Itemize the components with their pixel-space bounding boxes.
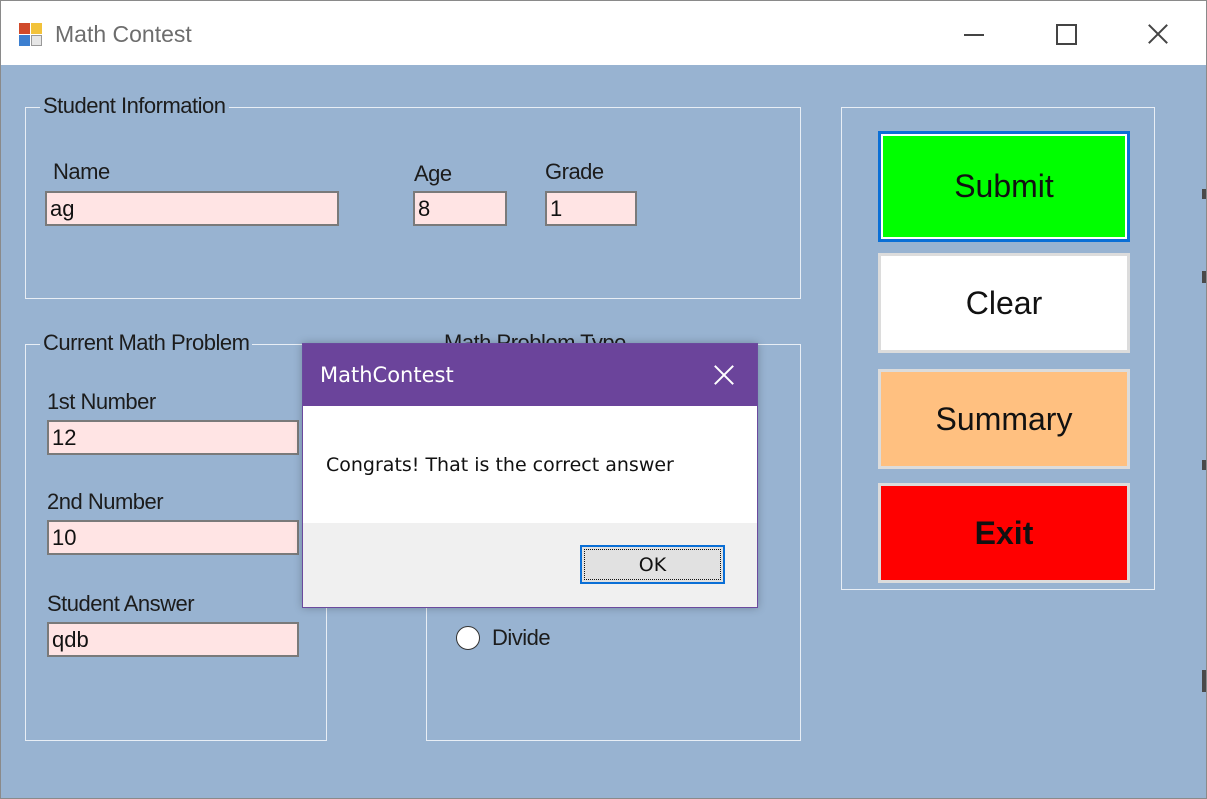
clipped-control-fragment <box>1202 460 1206 470</box>
second-number-label: 2nd Number <box>47 489 164 514</box>
divide-radio[interactable] <box>456 626 480 650</box>
student-information-legend: Student Information <box>40 93 229 119</box>
math-contest-window: Math Contest Student Information Name ag… <box>0 0 1207 799</box>
app-icon <box>19 23 45 47</box>
age-field[interactable]: 8 <box>413 191 507 226</box>
second-number-field[interactable]: 10 <box>47 520 299 555</box>
dialog-footer: OK <box>303 523 757 607</box>
student-answer-field[interactable]: qdb <box>47 622 299 657</box>
first-number-field[interactable]: 12 <box>47 420 299 455</box>
window-title: Math Contest <box>55 21 192 47</box>
clear-button[interactable]: Clear <box>878 253 1130 353</box>
summary-button[interactable]: Summary <box>878 369 1130 469</box>
clipped-control-fragment <box>1202 271 1206 283</box>
name-field[interactable]: ag <box>45 191 339 226</box>
message-box-dialog: MathContest Congrats! That is the correc… <box>302 343 758 608</box>
dialog-message: Congrats! That is the correct answer <box>326 454 674 476</box>
clipped-control-fragment <box>1202 670 1206 692</box>
close-icon[interactable] <box>701 354 747 396</box>
submit-button[interactable]: Submit <box>878 131 1130 242</box>
close-icon[interactable] <box>1111 1 1203 65</box>
minimize-icon[interactable] <box>927 1 1019 65</box>
ok-button-label: OK <box>638 553 667 576</box>
current-math-problem-legend: Current Math Problem <box>40 330 253 356</box>
age-label: Age <box>414 161 452 186</box>
dialog-title-bar[interactable]: MathContest <box>303 344 757 406</box>
dialog-title: MathContest <box>320 363 454 387</box>
student-answer-label: Student Answer <box>47 591 195 616</box>
grade-field[interactable]: 1 <box>545 191 637 226</box>
maximize-icon[interactable] <box>1019 1 1111 65</box>
title-bar[interactable]: Math Contest <box>1 1 1206 65</box>
clipped-control-fragment <box>1202 189 1206 199</box>
name-label: Name <box>53 159 110 184</box>
divide-label[interactable]: Divide <box>492 625 551 651</box>
ok-button[interactable]: OK <box>580 545 725 584</box>
exit-button[interactable]: Exit <box>878 483 1130 583</box>
first-number-label: 1st Number <box>47 389 156 414</box>
grade-label: Grade <box>545 159 604 184</box>
